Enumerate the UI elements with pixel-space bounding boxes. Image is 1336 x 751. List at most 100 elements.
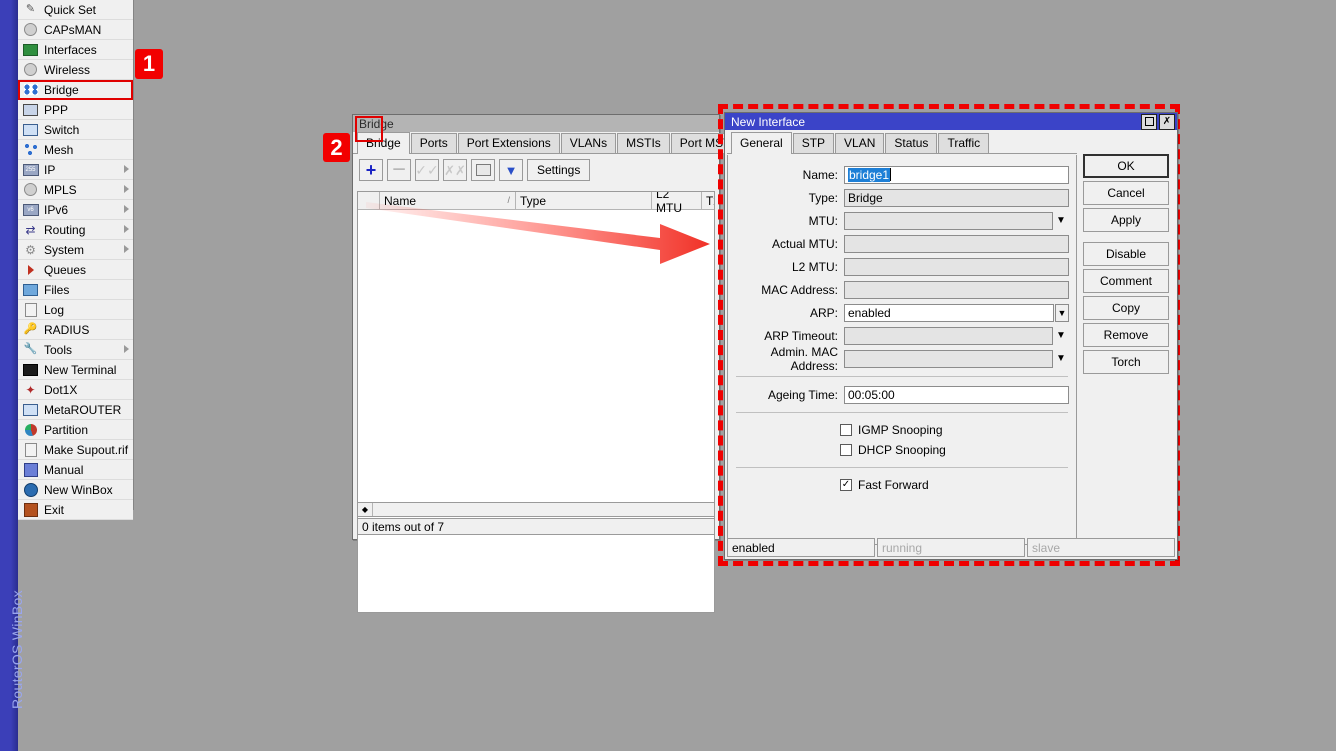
- sidebar-item-mesh[interactable]: Mesh: [18, 140, 133, 160]
- sidebar-item-partition[interactable]: Partition: [18, 420, 133, 440]
- new-interface-button-column[interactable]: OK Cancel Apply Disable Comment Copy Remove Tor…: [1083, 154, 1169, 377]
- sidebar-item-label: System: [44, 243, 84, 257]
- cancel-button[interactable]: Cancel: [1083, 181, 1169, 205]
- sidebar-item-capsman[interactable]: CAPsMAN: [18, 20, 133, 40]
- sidebar-item-ip[interactable]: 255IP: [18, 160, 133, 180]
- comment-button[interactable]: [471, 159, 495, 181]
- input-l2-mtu[interactable]: [844, 258, 1069, 276]
- maximize-button[interactable]: [1141, 114, 1157, 130]
- tab-port-extensions[interactable]: Port Extensions: [458, 133, 560, 153]
- sidebar-item-mpls[interactable]: MPLS: [18, 180, 133, 200]
- tab-ports[interactable]: Ports: [411, 133, 457, 153]
- sidebar-item-radius[interactable]: 🔑RADIUS: [18, 320, 133, 340]
- sidebar-item-new-winbox[interactable]: New WinBox: [18, 480, 133, 500]
- sidebar-item-switch[interactable]: Switch: [18, 120, 133, 140]
- checkbox-dhcp-snooping[interactable]: [840, 444, 852, 456]
- chevron-down-icon[interactable]: ▼: [1053, 353, 1069, 364]
- close-button[interactable]: ✗: [1159, 114, 1175, 130]
- input-mac-address[interactable]: [844, 281, 1069, 299]
- cross-icon: ✗✗: [444, 164, 466, 177]
- sidebar-item-make-supout-rif[interactable]: Make Supout.rif: [18, 440, 133, 460]
- column-header-type[interactable]: Type: [516, 192, 652, 209]
- checkbox-igmp-snooping[interactable]: [840, 424, 852, 436]
- sidebar-item-wireless[interactable]: Wireless: [18, 60, 133, 80]
- input-arp[interactable]: enabled: [844, 304, 1054, 322]
- sidebar-item-label: Manual: [44, 463, 83, 477]
- bridge-tabstrip[interactable]: BridgePortsPort ExtensionsVLANsMSTIsPort…: [353, 132, 719, 154]
- new-interface-titlebar[interactable]: New Interface ✗: [725, 113, 1177, 130]
- input-actual-mtu[interactable]: [844, 235, 1069, 253]
- sidebar-item-quick-set[interactable]: ✎Quick Set: [18, 0, 133, 20]
- winbox-icon: [22, 482, 39, 497]
- column-header-index[interactable]: [358, 192, 380, 209]
- sidebar-item-label: Interfaces: [44, 43, 97, 57]
- field-row-arp-timeout: ARP Timeout:▼: [728, 325, 1076, 346]
- sidebar-item-label: New WinBox: [44, 483, 113, 497]
- add-button[interactable]: +: [359, 159, 383, 181]
- new-interface-tabstrip[interactable]: GeneralSTPVLANStatusTraffic: [727, 132, 1077, 154]
- dropdown-toggle-button[interactable]: ▼: [1055, 304, 1069, 322]
- sidebar-item-interfaces[interactable]: Interfaces: [18, 40, 133, 60]
- new-interface-window[interactable]: New Interface ✗ GeneralSTPVLANStatusTraf…: [724, 112, 1178, 560]
- sidebar-item-files[interactable]: Files: [18, 280, 133, 300]
- input-arp-timeout[interactable]: [844, 327, 1053, 345]
- bridge-toolbar[interactable]: + ─ ✓✓ ✗✗ ▼ Settings: [353, 154, 719, 186]
- input-name[interactable]: bridge1: [844, 166, 1069, 184]
- tab-status[interactable]: Status: [885, 133, 937, 153]
- scroll-left-icon[interactable]: ◆: [358, 503, 373, 516]
- sidebar-item-manual[interactable]: Manual: [18, 460, 133, 480]
- sidebar-item-bridge[interactable]: Bridge: [18, 80, 133, 100]
- remove-button[interactable]: Remove: [1083, 323, 1169, 347]
- sidebar-item-exit[interactable]: Exit: [18, 500, 133, 520]
- sidebar-item-new-terminal[interactable]: New Terminal: [18, 360, 133, 380]
- bridge-window[interactable]: Bridge BridgePortsPort ExtensionsVLANsMS…: [352, 114, 720, 540]
- bridge-list-header[interactable]: Name/TypeL2 MTUTx: [358, 192, 714, 210]
- window-buttons[interactable]: ✗: [1141, 114, 1175, 130]
- column-header-name[interactable]: Name/: [380, 192, 516, 209]
- checkbox-fast-forward[interactable]: ✓: [840, 479, 852, 491]
- bridge-window-titlebar[interactable]: Bridge: [353, 115, 719, 132]
- checkbox-row-dhcp-snooping[interactable]: DHCP Snooping: [728, 440, 1076, 460]
- bridge-horizontal-scrollbar[interactable]: ◆: [357, 502, 715, 517]
- bridge-list[interactable]: Name/TypeL2 MTUTx: [357, 191, 715, 613]
- bridge-item-count: 0 items out of 7: [362, 520, 444, 534]
- checkbox-row-igmp-snooping[interactable]: IGMP Snooping: [728, 420, 1076, 440]
- input-type[interactable]: Bridge: [844, 189, 1069, 207]
- sidebar-item-ipv6[interactable]: v6IPv6: [18, 200, 133, 220]
- torch-button[interactable]: Torch: [1083, 350, 1169, 374]
- input-mtu[interactable]: [844, 212, 1053, 230]
- checkbox-row-fast-forward[interactable]: ✓Fast Forward: [728, 475, 1076, 495]
- disable-button[interactable]: Disable: [1083, 242, 1169, 266]
- enable-button[interactable]: ✓✓: [415, 159, 439, 181]
- chevron-down-icon[interactable]: ▼: [1053, 215, 1069, 226]
- filter-button[interactable]: ▼: [499, 159, 523, 181]
- copy-button[interactable]: Copy: [1083, 296, 1169, 320]
- tab-general[interactable]: General: [731, 132, 792, 154]
- apply-button[interactable]: Apply: [1083, 208, 1169, 232]
- sidebar-item-ppp[interactable]: PPP: [18, 100, 133, 120]
- input-ageing-time[interactable]: 00:05:00: [844, 386, 1069, 404]
- settings-button[interactable]: Settings: [527, 159, 590, 181]
- tab-stp[interactable]: STP: [793, 133, 834, 153]
- tab-vlan[interactable]: VLAN: [835, 133, 884, 153]
- sidebar-item-log[interactable]: Log: [18, 300, 133, 320]
- tab-vlans[interactable]: VLANs: [561, 133, 616, 153]
- chevron-down-icon[interactable]: ▼: [1053, 330, 1069, 341]
- input-admin-mac-address[interactable]: [844, 350, 1053, 368]
- sidebar-item-tools[interactable]: 🔧Tools: [18, 340, 133, 360]
- sidebar-item-queues[interactable]: Queues: [18, 260, 133, 280]
- disable-button[interactable]: ✗✗: [443, 159, 467, 181]
- sidebar-item-metarouter[interactable]: MetaROUTER: [18, 400, 133, 420]
- column-header-tx[interactable]: Tx: [702, 192, 715, 209]
- chevron-right-icon: [124, 165, 129, 173]
- comment-button[interactable]: Comment: [1083, 269, 1169, 293]
- tab-bridge[interactable]: Bridge: [357, 132, 410, 154]
- sidebar-item-dot1x[interactable]: ✦Dot1X: [18, 380, 133, 400]
- tab-traffic[interactable]: Traffic: [938, 133, 989, 153]
- sidebar-item-routing[interactable]: ⇄Routing: [18, 220, 133, 240]
- remove-button[interactable]: ─: [387, 159, 411, 181]
- column-header-l2-mtu[interactable]: L2 MTU: [652, 192, 702, 209]
- tab-mstis[interactable]: MSTIs: [617, 133, 670, 153]
- sidebar-item-system[interactable]: ⚙System: [18, 240, 133, 260]
- ok-button[interactable]: OK: [1083, 154, 1169, 178]
